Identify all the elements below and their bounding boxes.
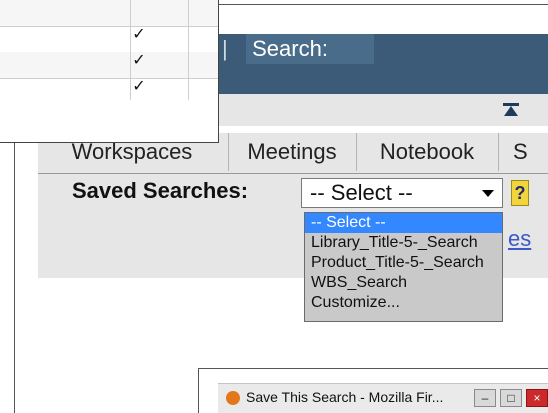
selected-value: -- Select --: [310, 180, 413, 205]
saved-searches-select[interactable]: -- Select --: [301, 178, 503, 208]
close-button[interactable]: ×: [526, 389, 548, 407]
table-row: [0, 78, 218, 104]
saved-searches-dropdown[interactable]: -- Select -- Library_Title-5-_Search Pro…: [304, 212, 503, 322]
dropdown-option[interactable]: WBS_Search: [305, 273, 502, 293]
table-row: [0, 0, 218, 27]
check-icon: ✓: [132, 78, 146, 95]
partial-link[interactable]: es: [508, 226, 531, 252]
search-tab[interactable]: | Search:: [222, 34, 378, 64]
dropdown-option[interactable]: Product_Title-5-_Search: [305, 253, 502, 273]
check-icon: ✓: [132, 52, 146, 69]
dropdown-option[interactable]: Customize...: [305, 293, 502, 313]
grid-window: ✓ ✓ ✓: [0, 0, 219, 143]
firefox-icon: [226, 391, 240, 405]
saved-searches-label: Saved Searches:: [72, 178, 249, 203]
search-tab-label: Search:: [252, 36, 328, 61]
tab-partial[interactable]: S: [498, 133, 548, 171]
header-separator: |: [222, 36, 228, 61]
popup-titlebar[interactable]: Save This Search - Mozilla Fir... – □ ×: [218, 383, 548, 413]
check-icon: ✓: [132, 26, 146, 43]
tab-meetings[interactable]: Meetings: [228, 133, 355, 171]
grid-column-separator: [188, 0, 189, 100]
collapse-icon[interactable]: [502, 102, 520, 118]
maximize-button[interactable]: □: [500, 389, 522, 407]
dropdown-arrow-icon[interactable]: [482, 190, 494, 197]
table-row: [0, 52, 218, 79]
table-row: [0, 26, 218, 53]
popup-title: Save This Search - Mozilla Fir...: [246, 389, 444, 405]
minimize-button[interactable]: –: [474, 389, 496, 407]
tab-notebook[interactable]: Notebook: [356, 133, 497, 171]
help-icon[interactable]: ?: [511, 180, 529, 206]
dropdown-option[interactable]: -- Select --: [305, 213, 502, 233]
dropdown-option[interactable]: Library_Title-5-_Search: [305, 233, 502, 253]
